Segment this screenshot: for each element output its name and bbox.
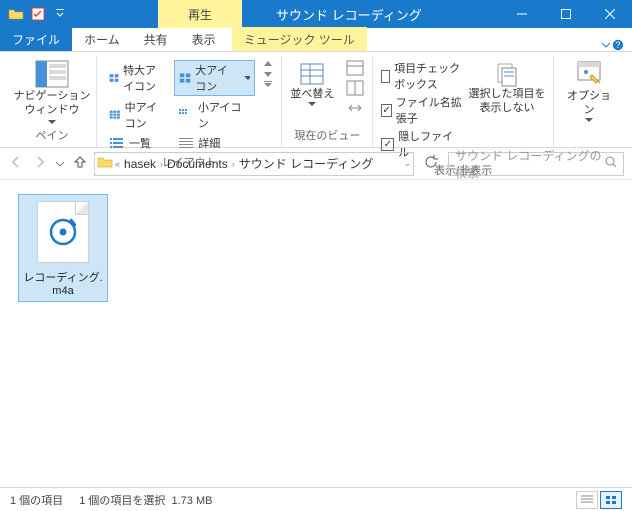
navigation-pane-button[interactable]: ナビゲーション ウィンドウ <box>16 60 88 124</box>
search-placeholder: サウンド レコーディングの検索 <box>455 147 605 181</box>
quick-access-toolbar <box>0 6 68 22</box>
add-columns-icon[interactable] <box>346 80 364 96</box>
crumb-documents[interactable]: Documents <box>165 157 230 171</box>
file-name: レコーディング.m4a <box>21 269 105 297</box>
layout-details[interactable]: 詳細 <box>174 134 255 152</box>
forward-button[interactable] <box>32 154 48 173</box>
tab-music-tools[interactable]: ミュージック ツール <box>232 27 367 51</box>
tab-share[interactable]: 共有 <box>132 27 180 51</box>
options-button[interactable]: オプション <box>562 60 616 122</box>
address-dropdown-icon[interactable]: ⌄ <box>403 158 411 169</box>
options-label: オプション <box>562 90 616 118</box>
chevron-right-icon[interactable]: › <box>160 159 163 169</box>
chevron-right-icon[interactable]: › <box>232 159 235 169</box>
layout-medium-label: 中アイコン <box>125 99 165 131</box>
navigation-pane-label: ナビゲーション ウィンドウ <box>14 90 91 118</box>
chevron-down-icon <box>585 118 593 122</box>
layout-extra-large[interactable]: 特大アイコン <box>105 60 168 96</box>
minimize-button[interactable] <box>500 0 544 28</box>
layout-medium[interactable]: 中アイコン <box>105 98 168 132</box>
layout-small[interactable]: 小アイコン <box>174 98 255 132</box>
group-current-view: 並べ替え 現在のビュー <box>282 56 373 147</box>
chevron-down-icon <box>48 120 56 124</box>
tab-file[interactable]: ファイル <box>0 27 72 51</box>
address-bar[interactable]: « hasek › Documents › サウンド レコーディング ⌄ <box>94 152 414 176</box>
file-item[interactable]: レコーディング.m4a <box>18 194 108 302</box>
group-by-icon[interactable] <box>346 60 364 76</box>
close-button[interactable] <box>588 0 632 28</box>
status-item-count: 1 個の項目 <box>10 492 63 508</box>
view-mode-icons[interactable] <box>600 491 622 509</box>
hide-selected-label: 選択した項目を 表示しない <box>469 88 546 116</box>
group-pane: ナビゲーション ウィンドウ ペイン <box>8 56 97 147</box>
checkbox-item-check-label: 項目チェック ボックス <box>394 60 463 92</box>
window-title: サウンド レコーディング <box>276 5 422 24</box>
layout-scroll-up-icon[interactable] <box>263 60 273 68</box>
search-box[interactable]: サウンド レコーディングの検索 <box>448 152 624 176</box>
status-selected: 1 個の項目を選択 1.73 MB <box>79 492 212 508</box>
navigation-pane-icon <box>35 60 69 88</box>
group-show-hide: 項目チェック ボックス ✓ファイル名拡張子 ✓隠しファイル 選択した項目を 表示… <box>373 56 554 147</box>
status-bar: 1 個の項目 1 個の項目を選択 1.73 MB <box>0 487 632 511</box>
sort-by-button[interactable]: 並べ替え <box>290 60 334 106</box>
group-layout: 特大アイコン 大アイコン 中アイコン 小アイコン 一覧 詳細 レイアウト <box>97 56 282 147</box>
address-bar-row: « hasek › Documents › サウンド レコーディング ⌄ サウン… <box>0 148 632 180</box>
refresh-button[interactable] <box>420 155 442 172</box>
context-tab-play[interactable]: 再生 <box>158 0 242 28</box>
title-bar: 再生 サウンド レコーディング <box>0 0 632 28</box>
help-button[interactable]: ? <box>602 39 624 51</box>
layout-large[interactable]: 大アイコン <box>174 60 255 96</box>
layout-list[interactable]: 一覧 <box>105 134 168 152</box>
ribbon-tabs: ファイル ホーム 共有 表示 ミュージック ツール ? <box>0 28 632 52</box>
chevron-down-icon <box>308 102 316 106</box>
qat-dropdown-icon[interactable] <box>52 6 68 22</box>
content-area[interactable]: レコーディング.m4a <box>0 180 632 480</box>
sort-by-label: 並べ替え <box>290 88 334 102</box>
layout-scroll-down-icon[interactable] <box>263 70 273 78</box>
view-mode-details[interactable] <box>576 491 598 509</box>
maximize-button[interactable] <box>544 0 588 28</box>
checkbox-extensions[interactable]: ✓ファイル名拡張子 <box>381 94 463 126</box>
ribbon: ナビゲーション ウィンドウ ペイン 特大アイコン 大アイコン 中アイコン 小アイ… <box>0 52 632 148</box>
svg-text:?: ? <box>615 40 620 50</box>
options-icon <box>574 60 604 90</box>
checkbox-extensions-label: ファイル名拡張子 <box>396 94 463 126</box>
crumb-folder[interactable]: サウンド レコーディング <box>237 155 376 172</box>
chevron-icon[interactable]: « <box>115 159 120 169</box>
audio-file-icon <box>37 201 89 263</box>
window-controls <box>500 0 632 28</box>
sort-icon <box>297 60 327 88</box>
search-icon <box>605 156 617 171</box>
tab-view[interactable]: 表示 <box>180 27 228 51</box>
group-current-view-label: 現在のビュー <box>294 125 360 147</box>
group-options: オプション <box>554 56 624 147</box>
back-button[interactable] <box>8 154 24 173</box>
fit-columns-icon[interactable] <box>346 100 364 116</box>
recent-dropdown[interactable] <box>56 157 64 171</box>
group-pane-label: ペイン <box>36 125 69 147</box>
checkbox-item-check[interactable]: 項目チェック ボックス <box>381 60 463 92</box>
layout-expand-icon[interactable] <box>263 80 273 88</box>
hide-selected-icon <box>492 60 522 88</box>
layout-large-label: 大アイコン <box>195 62 236 94</box>
up-button[interactable] <box>72 154 88 173</box>
layout-small-label: 小アイコン <box>198 99 251 131</box>
properties-icon[interactable] <box>30 6 46 22</box>
hide-selected-button[interactable]: 選択した項目を 表示しない <box>469 60 545 116</box>
tab-home[interactable]: ホーム <box>72 27 132 51</box>
crumb-user[interactable]: hasek <box>122 157 158 171</box>
folder-icon <box>8 6 24 22</box>
layout-list-label: 一覧 <box>129 135 151 151</box>
layout-details-label: 詳細 <box>198 135 220 151</box>
group-options-spacer <box>587 129 590 147</box>
layout-extra-large-label: 特大アイコン <box>123 62 164 94</box>
folder-icon <box>97 155 113 172</box>
